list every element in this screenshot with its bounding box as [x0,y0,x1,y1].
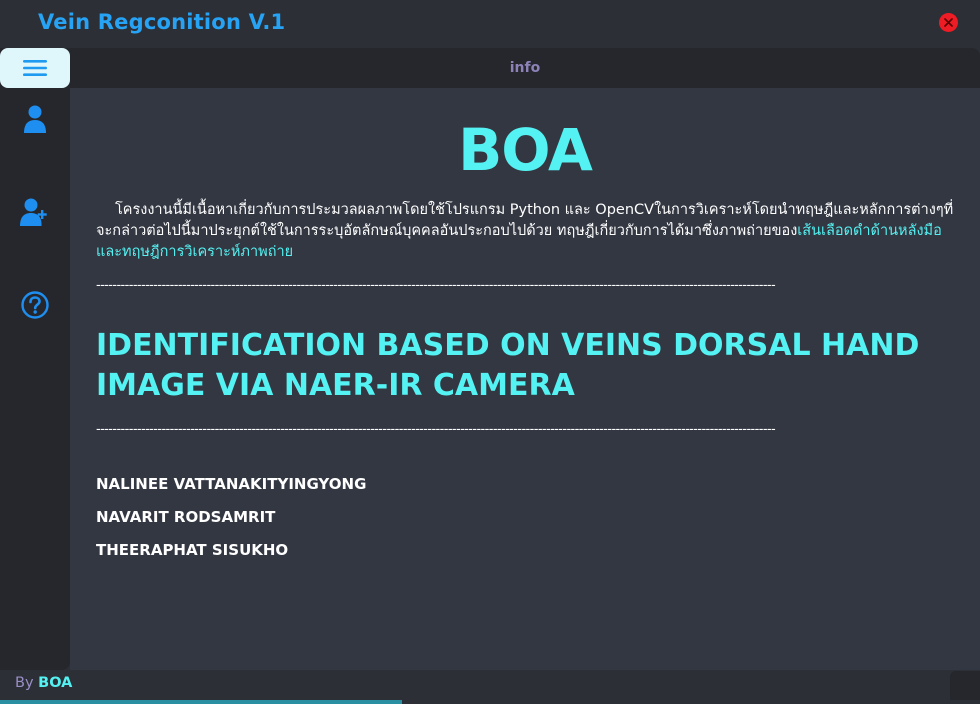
user-icon [24,105,46,133]
sidebar [0,48,70,670]
title-bar[interactable]: Vein Regconition V.1 [0,0,980,48]
help-icon [21,291,49,319]
page-title: info [509,60,541,76]
author-name: NAVARIT RODSAMRIT [96,508,276,526]
close-icon [944,18,953,27]
sidebar-item-help[interactable] [19,289,51,321]
resize-grip[interactable] [950,671,980,701]
footer: By BOA [0,670,980,704]
sidebar-item-user[interactable] [19,103,51,135]
credit-label: By [15,675,34,691]
header-bar: info [70,48,980,88]
author-name: THEERAPHAT SISUKHO [96,541,289,559]
project-title: IDENTIFICATION BASED ON VEINS DORSAL HAN… [96,328,920,403]
app-title: Vein Regconition V.1 [38,10,286,34]
close-button[interactable] [939,13,958,32]
menu-toggle-button[interactable] [0,48,70,88]
description-text: โครงงานนี้มีเนื้อหาเกี่ยวกับการประมวลผลภ… [96,200,956,263]
sidebar-item-add-user[interactable] [19,196,51,228]
separator-bottom: ----------------------------------------… [96,422,776,437]
separator-top: ----------------------------------------… [96,278,776,293]
author-name: NALINEE VATTANAKITYINGYONG [96,475,367,493]
taskbar-strip [0,700,980,704]
info-panel: BOA โครงงานนี้มีเนื้อหาเกี่ยวกับการประมว… [70,88,980,700]
main-heading: BOA [458,116,593,184]
credit-name: BOA [38,675,73,691]
app-window: Vein Regconition V.1 info BOA โครงงานนี้… [0,0,980,704]
menu-icon [23,60,47,76]
credit-text: By BOA [15,675,72,691]
user-add-icon [20,198,47,226]
